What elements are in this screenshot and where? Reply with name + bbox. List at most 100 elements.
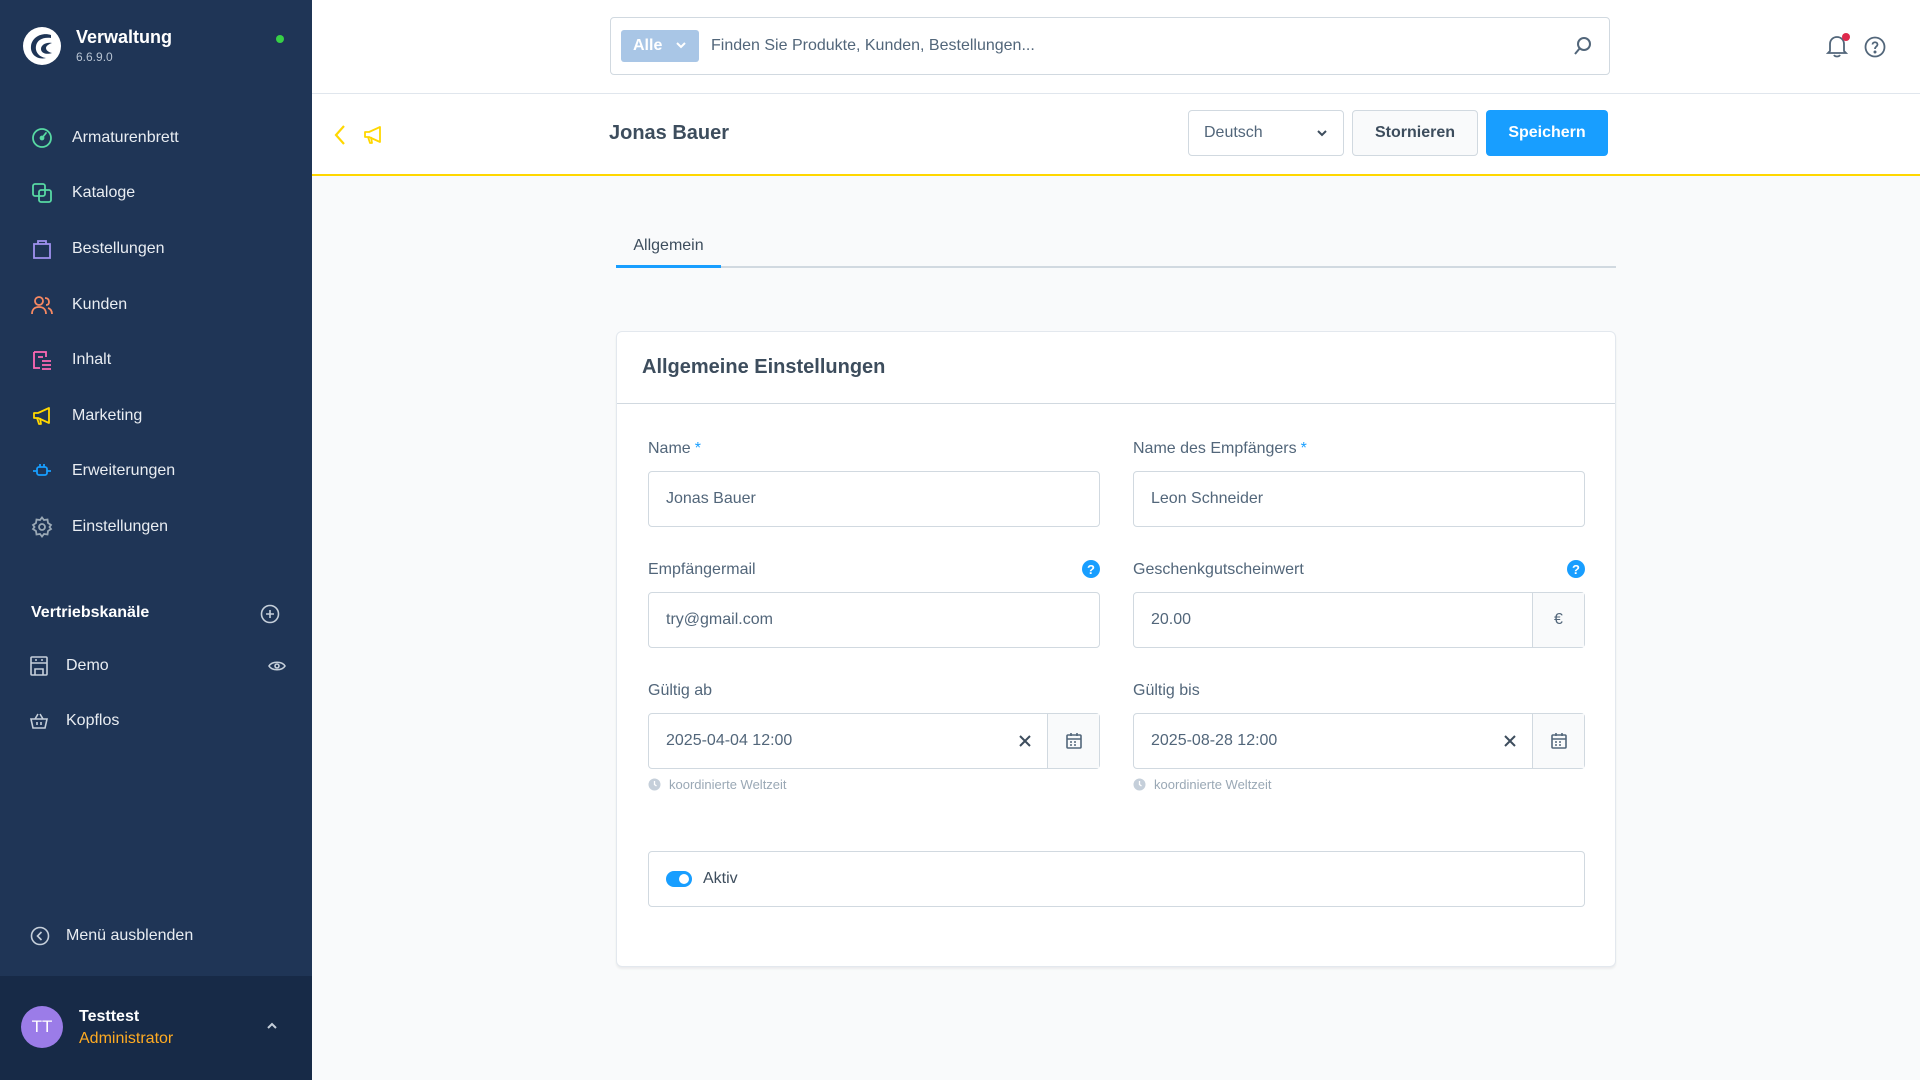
brand[interactable]: Verwaltung 6.6.9.0 <box>22 26 172 66</box>
valid-until-input[interactable]: 2025-08-28 12:00 <box>1133 713 1585 769</box>
sidebar-item-settings[interactable]: Einstellungen <box>0 499 312 555</box>
name-input[interactable]: Jonas Bauer <box>648 471 1100 527</box>
global-search: Alle <box>610 17 1610 75</box>
valid-from-field: Gültig ab 2025-04-04 12:00 koordinierte … <box>648 681 1100 792</box>
storefront-icon <box>30 656 48 676</box>
sidebar-item-label: Marketing <box>72 406 143 424</box>
sidebar-channel-demo[interactable]: Demo <box>30 656 286 676</box>
shopware-logo-icon <box>23 27 61 65</box>
recipient-mail-label: Empfängermail <box>648 561 756 578</box>
active-toggle[interactable] <box>666 871 692 887</box>
recipient-name-input[interactable]: Leon Schneider <box>1133 471 1585 527</box>
user-role: Administrator <box>79 1030 174 1047</box>
channel-label: Kopflos <box>66 712 120 729</box>
channel-label: Demo <box>66 657 109 674</box>
status-dot <box>276 35 284 43</box>
card-header: Allgemeine Einstellungen <box>617 332 1615 404</box>
collapse-left-icon <box>30 926 50 946</box>
recipient-name-field: Name des Empfängers * Leon Schneider <box>1133 439 1585 527</box>
valid-from-value: 2025-04-04 12:00 <box>666 732 793 749</box>
cancel-button[interactable]: Stornieren <box>1352 110 1478 156</box>
eye-icon[interactable] <box>268 660 286 672</box>
dashboard-icon <box>30 126 54 150</box>
calendar-icon <box>1550 733 1567 749</box>
calendar-button[interactable] <box>1532 714 1584 768</box>
sidebar-item-catalogs[interactable]: Kataloge <box>0 166 312 222</box>
valid-from-input[interactable]: 2025-04-04 12:00 <box>648 713 1100 769</box>
calendar-button[interactable] <box>1047 714 1099 768</box>
name-field: Name * Jonas Bauer <box>648 439 1100 527</box>
voucher-value-input[interactable]: 20.00 € <box>1133 592 1585 648</box>
orders-icon <box>30 237 54 261</box>
extensions-icon <box>30 459 54 483</box>
marketing-icon <box>30 404 54 428</box>
sidebar-channel-kopflos[interactable]: Kopflos <box>30 712 286 730</box>
voucher-value-field: Geschenkgutscheinwert ? 20.00 € <box>1133 560 1585 648</box>
recipient-mail-input[interactable]: try@gmail.com <box>648 592 1100 648</box>
help-icon[interactable]: ? <box>1567 560 1585 578</box>
recipient-name-label: Name des Empfängers * <box>1133 440 1307 457</box>
back-arrow-icon[interactable] <box>333 124 347 146</box>
name-label: Name * <box>648 440 701 457</box>
timezone-hint-label: koordinierte Weltzeit <box>669 777 787 792</box>
settings-icon <box>30 515 54 539</box>
top-bar: Alle <box>312 0 1920 94</box>
main-nav: Armaturenbrett Kataloge Bestellungen Kun… <box>0 110 312 555</box>
sidebar: Verwaltung 6.6.9.0 Armaturenbrett Katalo… <box>0 0 312 1080</box>
active-toggle-field: Aktiv <box>648 851 1585 907</box>
search-type-select[interactable]: Alle <box>621 30 699 62</box>
marketing-icon <box>364 126 381 144</box>
valid-until-field: Gültig bis 2025-08-28 12:00 koordinierte… <box>1133 681 1585 792</box>
search-icon[interactable] <box>1573 36 1593 56</box>
collapse-menu-button[interactable]: Menü ausblenden <box>30 926 193 946</box>
page-title: Jonas Bauer <box>609 122 730 144</box>
chevron-down-icon <box>1317 130 1327 137</box>
sales-channels-title: Vertriebskanäle <box>31 604 150 621</box>
sidebar-item-label: Kunden <box>72 295 128 313</box>
valid-from-label: Gültig ab <box>648 682 713 699</box>
user-name: Testtest <box>79 1008 140 1025</box>
sidebar-item-dashboard[interactable]: Armaturenbrett <box>0 110 312 166</box>
user-menu[interactable]: TT Testtest Administrator <box>0 976 312 1080</box>
help-icon[interactable] <box>1864 36 1886 58</box>
sidebar-item-extensions[interactable]: Erweiterungen <box>0 444 312 500</box>
search-input[interactable] <box>711 18 1551 74</box>
tab-bar: Allgemein <box>616 226 1616 268</box>
calendar-icon <box>1065 733 1082 749</box>
sidebar-item-orders[interactable]: Bestellungen <box>0 221 312 277</box>
chevron-down-icon <box>676 42 686 49</box>
save-button[interactable]: Speichern <box>1486 110 1608 156</box>
brand-version: 6.6.9.0 <box>76 50 113 64</box>
sidebar-item-customers[interactable]: Kunden <box>0 277 312 333</box>
valid-until-value: 2025-08-28 12:00 <box>1151 732 1278 749</box>
clock-icon <box>648 778 661 791</box>
content-icon <box>30 348 54 372</box>
sidebar-item-label: Einstellungen <box>72 517 169 535</box>
sidebar-item-marketing[interactable]: Marketing <box>0 388 312 444</box>
card-title: Allgemeine Einstellungen <box>642 356 886 378</box>
search-type-label: Alle <box>633 37 663 54</box>
notification-dot <box>1842 33 1850 41</box>
sidebar-item-label: Armaturenbrett <box>72 128 179 146</box>
sidebar-item-label: Inhalt <box>72 351 112 369</box>
clock-icon <box>1133 778 1146 791</box>
smart-bar: Jonas Bauer Deutsch Stornieren Speichern <box>312 94 1920 176</box>
tab-general[interactable]: Allgemein <box>616 226 721 268</box>
active-label: Aktiv <box>703 870 738 887</box>
timezone-hint: koordinierte Weltzeit <box>648 777 1100 792</box>
sidebar-item-content[interactable]: Inhalt <box>0 332 312 388</box>
valid-until-label: Gültig bis <box>1133 682 1200 699</box>
clear-icon[interactable] <box>1015 731 1035 751</box>
customers-icon <box>30 293 54 317</box>
brand-name: Verwaltung <box>76 27 173 47</box>
language-select[interactable]: Deutsch <box>1188 110 1344 156</box>
add-sales-channel-icon[interactable] <box>260 604 280 624</box>
avatar: TT <box>21 1006 63 1048</box>
required-mark: * <box>1300 440 1307 457</box>
collapse-menu-label: Menü ausblenden <box>66 927 194 944</box>
help-icon[interactable]: ? <box>1082 560 1100 578</box>
sidebar-item-label: Kataloge <box>72 184 136 202</box>
clear-icon[interactable] <box>1500 731 1520 751</box>
voucher-value-text: 20.00 <box>1151 611 1192 628</box>
currency-suffix: € <box>1532 593 1584 647</box>
